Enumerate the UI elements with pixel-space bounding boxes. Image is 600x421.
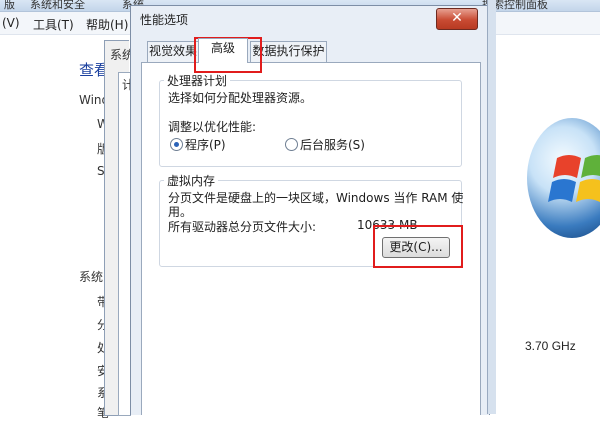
processor-scheduling-description: 选择如何分配处理器资源。 [168,91,313,105]
menu-tools[interactable]: 工具(T) [33,16,74,33]
breadcrumb-segment[interactable]: 版 [4,0,15,11]
processor-scheduling-title: 处理器计划 [164,72,231,89]
background-services-radio[interactable] [285,138,298,151]
close-icon: ✕ [451,10,463,26]
system-section-label: 系统 [79,270,104,284]
programs-radio-label[interactable]: 程序(P) [185,136,226,153]
dialog-right-border [487,0,496,414]
windows-logo-icon [527,118,600,238]
programs-radio[interactable] [170,138,183,151]
menu-help[interactable]: 帮助(H) [86,16,128,33]
change-button-highlight [373,225,463,268]
processor-speed: 3.70 GHz [525,339,576,353]
menu-view[interactable]: (V) [2,16,20,30]
close-button[interactable]: ✕ [436,8,478,30]
total-paging-size-label: 所有驱动器总分页文件大小: [168,220,317,234]
paging-file-description-1: 分页文件是硬盘上的一块区域，Windows 当作 RAM 使 [168,191,464,205]
virtual-memory-title: 虚拟内存 [164,172,219,189]
adjust-performance-label: 调整以优化性能: [168,120,257,134]
tab-visual-effects[interactable]: 视觉效果 [147,41,199,62]
background-services-radio-label[interactable]: 后台服务(S) [300,136,365,153]
dialog-title: 性能选项 [140,13,189,27]
breadcrumb-segment[interactable]: 系统和安全 [30,0,85,11]
tab-advanced[interactable]: 高级 [198,38,248,63]
